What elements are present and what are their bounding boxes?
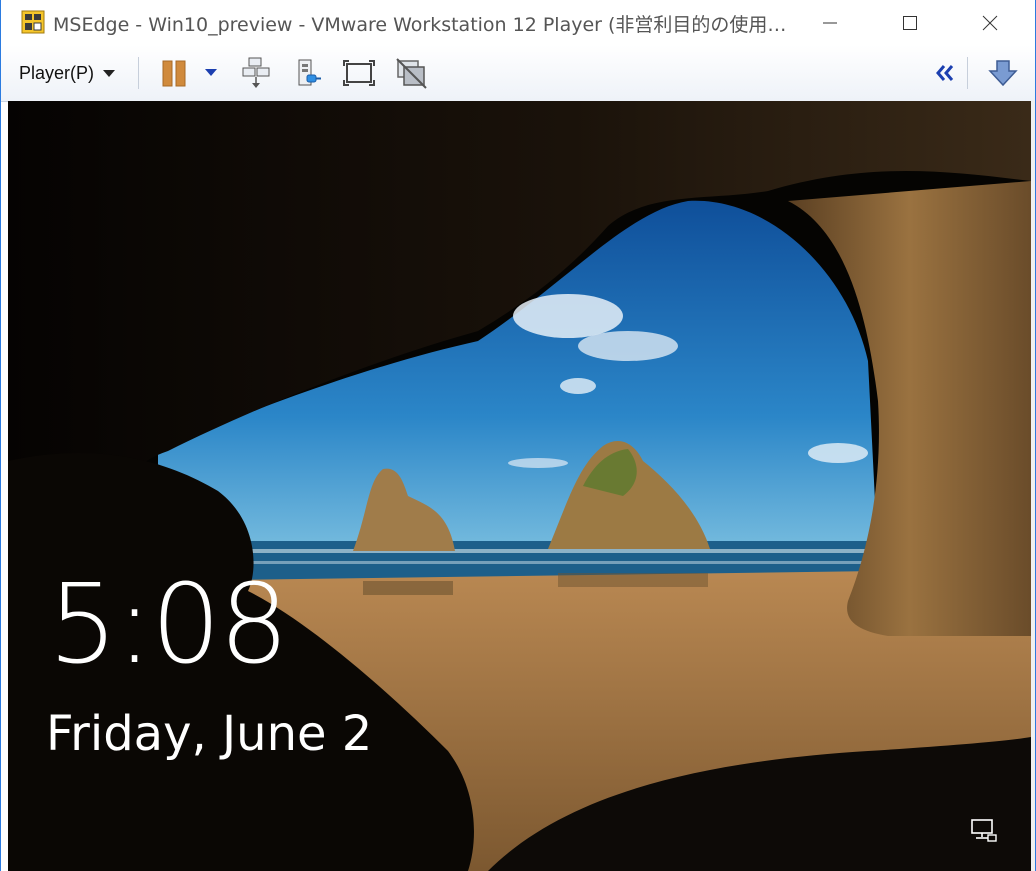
collapse-toolbar-icon: [936, 65, 954, 81]
fullscreen-button[interactable]: [341, 55, 377, 91]
vmware-app-icon: [21, 10, 45, 34]
title-bar[interactable]: MSEdge - Win10_preview - VMware Workstat…: [1, 0, 1035, 45]
unity-button[interactable]: [393, 55, 429, 91]
maximize-icon: [903, 15, 917, 30]
minimize-icon: [823, 22, 837, 23]
download-icon: [988, 60, 1018, 87]
collapse-toolbar-button[interactable]: [931, 55, 959, 91]
pause-button[interactable]: [157, 55, 193, 91]
player-menu-button[interactable]: Player(P): [19, 59, 116, 87]
close-button[interactable]: [951, 0, 1029, 45]
removable-devices-button[interactable]: [291, 55, 327, 91]
network-icon[interactable]: [970, 819, 998, 843]
player-menu-label: Player(P): [19, 62, 95, 83]
minimize-button[interactable]: [791, 0, 869, 45]
download-button[interactable]: [985, 55, 1021, 91]
window-edge: [1031, 101, 1035, 871]
maximize-button[interactable]: [871, 0, 949, 45]
send-ctrl-alt-del-button[interactable]: [239, 55, 275, 91]
removable-devices-icon: [298, 59, 321, 86]
toolbar-divider: [138, 57, 139, 89]
lock-screen-date: Friday, June 2: [46, 706, 373, 762]
chevron-down-icon: [103, 69, 116, 77]
close-icon: [982, 15, 998, 30]
player-toolbar: Player(P): [1, 45, 1035, 102]
toolbar-divider: [967, 57, 968, 89]
send-ctrl-alt-del-icon: [242, 57, 270, 88]
fullscreen-icon: [343, 60, 375, 86]
window-title: MSEdge - Win10_preview - VMware Workstat…: [53, 14, 787, 36]
unity-icon: [396, 58, 427, 89]
dropdown-arrow-icon: [205, 69, 217, 76]
pause-icon: [162, 60, 186, 87]
lock-screen-time: 5:08: [48, 560, 289, 688]
vm-display[interactable]: 5:08 Friday, June 2: [8, 101, 1031, 871]
vmware-player-window: MSEdge - Win10_preview - VMware Workstat…: [0, 0, 1036, 871]
power-options-dropdown[interactable]: [199, 55, 223, 91]
